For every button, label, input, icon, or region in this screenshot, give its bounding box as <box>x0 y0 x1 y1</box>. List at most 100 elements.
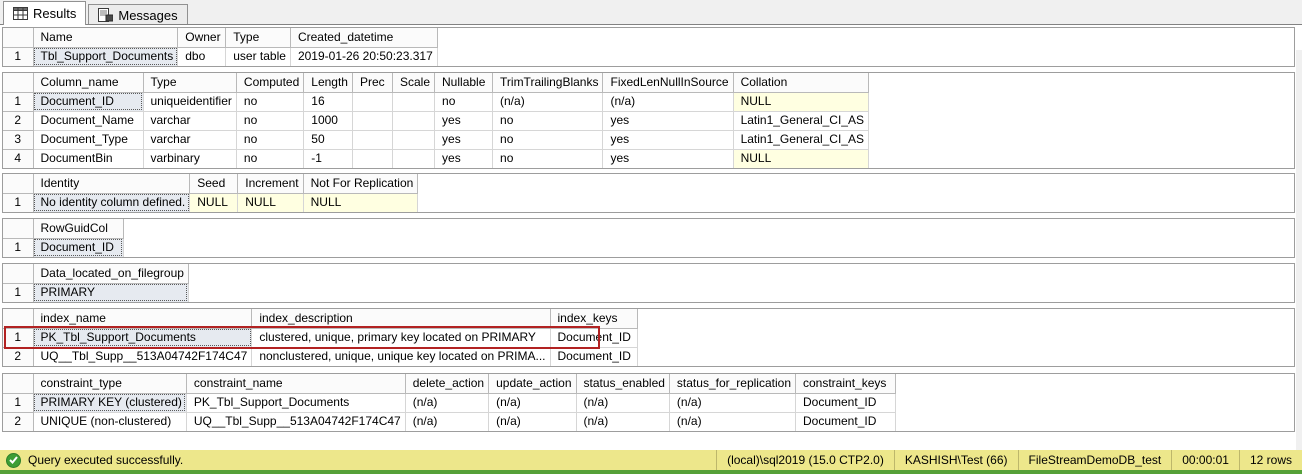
column-header[interactable]: Seed <box>190 174 238 193</box>
grid-cell[interactable]: UNIQUE (non-clustered) <box>33 412 186 431</box>
grid-cell[interactable]: uniqueidentifier <box>143 92 236 111</box>
grid-cell[interactable]: -1 <box>304 149 353 168</box>
column-header[interactable]: Type <box>143 73 236 92</box>
grid-cell[interactable] <box>392 130 434 149</box>
column-header[interactable]: index_description <box>252 309 550 328</box>
grid-cell[interactable]: (n/a) <box>489 412 576 431</box>
column-header[interactable]: Type <box>226 28 291 47</box>
grid-cell[interactable]: NULL <box>190 193 238 212</box>
row-header-corner[interactable] <box>3 28 33 47</box>
grid-cell[interactable]: Document_ID <box>33 238 123 257</box>
grid-cell[interactable]: Document_ID <box>796 393 896 412</box>
column-header[interactable]: index_keys <box>550 309 637 328</box>
grid-cell[interactable]: no <box>236 149 303 168</box>
column-header[interactable]: RowGuidCol <box>33 219 123 238</box>
grid-cell[interactable]: PK_Tbl_Support_Documents <box>186 393 405 412</box>
column-header[interactable]: index_name <box>33 309 252 328</box>
grid-cell[interactable]: yes <box>603 111 733 130</box>
grid-cell[interactable] <box>392 149 434 168</box>
column-header[interactable]: Data_located_on_filegroup <box>33 264 188 283</box>
column-header[interactable]: Increment <box>238 174 303 193</box>
grid-cell[interactable]: NULL <box>733 92 868 111</box>
column-header[interactable]: Name <box>33 28 178 47</box>
grid-cell[interactable]: (n/a) <box>489 393 576 412</box>
grid-cell[interactable]: yes <box>603 130 733 149</box>
grid-cell[interactable]: varchar <box>143 130 236 149</box>
grid-cell[interactable]: UQ__Tbl_Supp__513A04742F174C47 <box>186 412 405 431</box>
grid-cell[interactable]: no <box>493 130 603 149</box>
grid-cell[interactable]: Document_ID <box>550 328 637 347</box>
grid-cell[interactable]: PK_Tbl_Support_Documents <box>33 328 252 347</box>
grid-cell[interactable]: Document_Type <box>33 130 143 149</box>
row-number[interactable]: 1 <box>3 393 33 412</box>
grid-cell[interactable]: clustered, unique, primary key located o… <box>252 328 550 347</box>
grid-cell[interactable]: NULL <box>238 193 303 212</box>
row-number[interactable]: 2 <box>3 412 33 431</box>
column-header[interactable]: FixedLenNullInSource <box>603 73 733 92</box>
grid-cell[interactable]: (n/a) <box>669 393 795 412</box>
grid-cell[interactable]: NULL <box>733 149 868 168</box>
grid-cell[interactable]: NULL <box>303 193 418 212</box>
grid-cell[interactable] <box>392 111 434 130</box>
grid-cell[interactable] <box>352 130 392 149</box>
grid-cell[interactable]: no <box>493 149 603 168</box>
grid-cell[interactable]: yes <box>435 149 493 168</box>
column-header[interactable]: Column_name <box>33 73 143 92</box>
row-number[interactable]: 1 <box>3 92 33 111</box>
column-header[interactable]: Collation <box>733 73 868 92</box>
column-header[interactable]: Owner <box>178 28 226 47</box>
column-header[interactable]: constraint_type <box>33 374 186 393</box>
row-number[interactable]: 1 <box>3 193 33 212</box>
grid-cell[interactable]: (n/a) <box>669 412 795 431</box>
row-header-corner[interactable] <box>3 309 33 328</box>
grid-cell[interactable]: no <box>236 111 303 130</box>
column-header[interactable]: Nullable <box>435 73 493 92</box>
column-header[interactable]: Scale <box>392 73 434 92</box>
row-number[interactable]: 2 <box>3 347 33 366</box>
grid-cell[interactable]: No identity column defined. <box>33 193 190 212</box>
row-number[interactable]: 1 <box>3 238 33 257</box>
grid-cell[interactable] <box>352 149 392 168</box>
grid-cell[interactable]: (n/a) <box>576 393 669 412</box>
row-header-corner[interactable] <box>3 219 33 238</box>
grid-cell[interactable]: dbo <box>178 47 226 66</box>
grid-cell[interactable]: yes <box>435 111 493 130</box>
column-header[interactable]: Identity <box>33 174 190 193</box>
grid-cell[interactable]: (n/a) <box>405 393 488 412</box>
grid-cell[interactable]: no <box>435 92 493 111</box>
row-number[interactable]: 4 <box>3 149 33 168</box>
grid-cell[interactable]: Document_ID <box>33 92 143 111</box>
grid-cell[interactable]: no <box>236 92 303 111</box>
row-header-corner[interactable] <box>3 374 33 393</box>
grid-cell[interactable]: (n/a) <box>603 92 733 111</box>
grid-cell[interactable]: 50 <box>304 130 353 149</box>
row-header-corner[interactable] <box>3 73 33 92</box>
column-header[interactable]: update_action <box>489 374 576 393</box>
grid-cell[interactable]: Latin1_General_CI_AS <box>733 111 868 130</box>
grid-cell[interactable]: yes <box>435 130 493 149</box>
grid-cell[interactable] <box>352 111 392 130</box>
grid-cell[interactable]: yes <box>603 149 733 168</box>
grid-cell[interactable]: nonclustered, unique, unique key located… <box>252 347 550 366</box>
grid-cell[interactable]: Latin1_General_CI_AS <box>733 130 868 149</box>
grid-cell[interactable]: 16 <box>304 92 353 111</box>
grid-cell[interactable]: (n/a) <box>405 412 488 431</box>
grid-cell[interactable]: PRIMARY KEY (clustered) <box>33 393 186 412</box>
grid-cell[interactable]: Document_Name <box>33 111 143 130</box>
column-header[interactable]: TrimTrailingBlanks <box>493 73 603 92</box>
grid-cell[interactable] <box>352 92 392 111</box>
column-header[interactable]: constraint_keys <box>796 374 896 393</box>
row-number[interactable]: 2 <box>3 111 33 130</box>
row-header-corner[interactable] <box>3 174 33 193</box>
tab-results[interactable]: Results <box>3 1 86 25</box>
grid-cell[interactable]: 2019-01-26 20:50:23.317 <box>290 47 437 66</box>
row-number[interactable]: 1 <box>3 283 33 302</box>
grid-cell[interactable]: no <box>236 130 303 149</box>
column-header[interactable]: Length <box>304 73 353 92</box>
grid-cell[interactable]: (n/a) <box>576 412 669 431</box>
column-header[interactable]: delete_action <box>405 374 488 393</box>
grid-cell[interactable]: PRIMARY <box>33 283 188 302</box>
grid-cell[interactable]: no <box>493 111 603 130</box>
column-header[interactable]: status_for_replication <box>669 374 795 393</box>
column-header[interactable]: constraint_name <box>186 374 405 393</box>
